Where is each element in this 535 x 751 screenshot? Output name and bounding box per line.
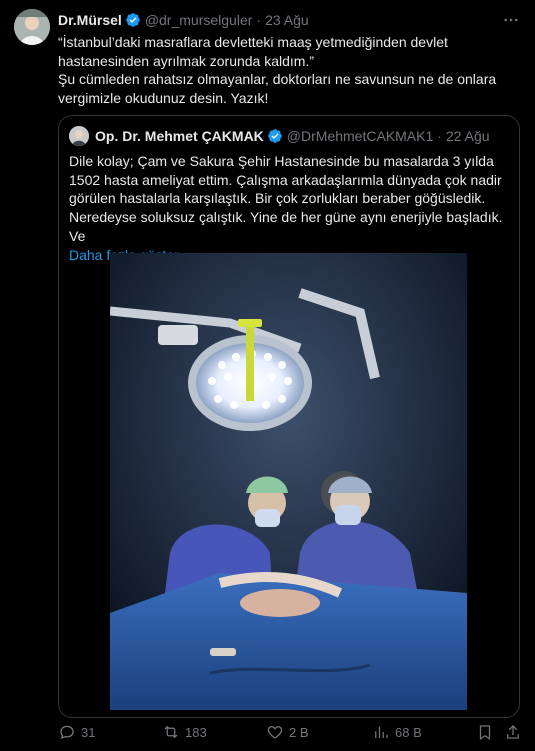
- share-icon: [507, 725, 519, 739]
- tweet-date[interactable]: 23 Ağu: [265, 12, 309, 28]
- heart-icon: [267, 726, 283, 739]
- separator-dot: ·: [437, 128, 442, 144]
- quoted-author-handle: @DrMehmetCAKMAK1: [286, 128, 434, 144]
- reply-icon: [60, 725, 74, 740]
- tweet-text-line: Şu cümleden rahatsız olmayanlar, doktorl…: [58, 71, 497, 107]
- bookmark-button[interactable]: [476, 721, 499, 743]
- like-button[interactable]: 2 B: [266, 721, 309, 743]
- quoted-author-avatar: [69, 126, 89, 146]
- reply-button[interactable]: 31: [58, 721, 95, 743]
- retweet-icon: [164, 725, 178, 739]
- quoted-tweet-header: Op. Dr. Mehmet ÇAKMAK @DrMehmetCAKMAK1 ·…: [69, 126, 509, 146]
- retweet-count: 183: [185, 724, 207, 740]
- views-button[interactable]: 68 B: [372, 721, 422, 743]
- author-avatar[interactable]: [14, 9, 50, 45]
- quoted-text: Dile kolay; Çam ve Sakura Şehir Hastanes…: [69, 153, 503, 244]
- tweet-text-line: “İstanbul’daki masraflara devletteki maa…: [58, 34, 448, 69]
- quoted-tweet-text: Dile kolay; Çam ve Sakura Şehir Hastanes…: [69, 152, 511, 264]
- separator-dot: ·: [256, 12, 262, 28]
- verified-badge-icon: [267, 128, 283, 144]
- tweet-action-bar: 31 183 2 B 68 B: [58, 721, 520, 743]
- quoted-tweet-card[interactable]: Op. Dr. Mehmet ÇAKMAK @DrMehmetCAKMAK1 ·…: [58, 115, 520, 718]
- author-handle[interactable]: @dr_murselguler: [145, 12, 253, 28]
- tweet-text: “İstanbul’daki masraflara devletteki maa…: [58, 33, 520, 108]
- quoted-tweet-date: 22 Ağu: [445, 128, 490, 144]
- like-count: 2 B: [289, 724, 309, 740]
- author-name[interactable]: Dr.Mürsel: [58, 12, 122, 28]
- tweet-header: Dr.Mürsel @dr_murselguler · 23 Ağu: [58, 10, 521, 30]
- views-count: 68 B: [395, 724, 422, 740]
- more-options-button[interactable]: [501, 10, 521, 30]
- views-chart-icon: [375, 726, 388, 738]
- ellipsis-icon: [504, 18, 518, 22]
- bookmark-icon: [479, 725, 491, 740]
- surgery-photo[interactable]: [110, 253, 467, 710]
- retweet-button[interactable]: 183: [162, 721, 207, 743]
- reply-count: 31: [81, 724, 96, 740]
- quoted-author-name: Op. Dr. Mehmet ÇAKMAK: [95, 128, 264, 144]
- share-button[interactable]: [504, 721, 527, 743]
- verified-badge-icon: [125, 12, 141, 28]
